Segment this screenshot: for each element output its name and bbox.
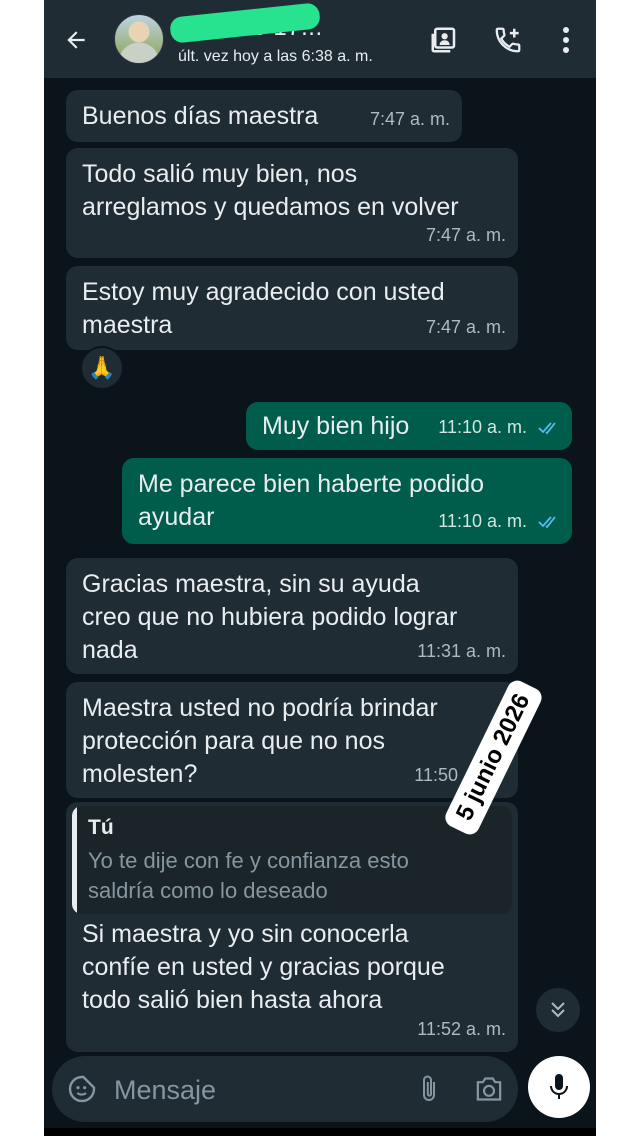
reaction-emoji[interactable]: 🙏: [80, 346, 124, 390]
message-text: Todo salió muy bien, nos arreglamos y qu…: [82, 160, 459, 221]
bottom-edge: [44, 1128, 596, 1136]
message-composer: [52, 1056, 518, 1122]
message-time: 7:47 a. m.: [425, 225, 506, 245]
message-time: 11:52 a. m.: [417, 1019, 506, 1039]
last-seen-status: últ. vez hoy a las 6:38 a. m.: [178, 48, 373, 65]
scroll-to-bottom-button[interactable]: [536, 988, 580, 1032]
message-time: 11:50: [414, 765, 458, 785]
chat-header: 96 1228 17... últ. vez hoy a las 6:38 a.…: [44, 0, 596, 78]
phone-plus-icon: [495, 27, 521, 53]
message-time: 11:31 a. m.: [417, 641, 506, 661]
attach-button[interactable]: [412, 1072, 446, 1106]
message-time: 7:47 a. m.: [425, 317, 506, 337]
phone-screen: 96 1228 17... últ. vez hoy a las 6:38 a.…: [44, 0, 596, 1136]
quote-text: Yo te dije con fe y confianza esto saldr…: [88, 848, 409, 903]
read-ticks-icon: [538, 516, 556, 529]
double-chevron-down-icon: [551, 1002, 565, 1018]
contact-card-icon: [431, 27, 456, 53]
add-call-button[interactable]: [488, 20, 528, 60]
microphone-icon: [550, 1074, 568, 1099]
quote-author: Tú: [88, 816, 114, 839]
message-bubble-incoming[interactable]: Estoy muy agradecido con usted maestra 7…: [66, 266, 518, 350]
back-button[interactable]: [58, 22, 94, 58]
kebab-menu-icon: [563, 27, 569, 53]
message-bubble-outgoing[interactable]: Muy bien hijo 11:10 a. m.: [246, 402, 572, 450]
message-time-wrap: 11:10 a. m.: [438, 411, 560, 444]
back-arrow-icon: [67, 31, 85, 49]
video-call-button[interactable]: [424, 20, 464, 60]
sticker-emoji-icon: [68, 1075, 96, 1103]
message-bubble-incoming[interactable]: Buenos días maestra 7:47 a. m.: [66, 90, 462, 142]
camera-icon: [476, 1077, 502, 1101]
message-time: 7:47 a. m.: [369, 109, 450, 129]
message-time: 11:10 a. m.: [438, 511, 527, 531]
message-bubble-outgoing[interactable]: Me parece bien haberte podido ayudar 11:…: [122, 458, 572, 544]
quote-accent-bar: [72, 806, 77, 914]
message-bubble-incoming[interactable]: Gracias maestra, sin su ayuda creo que n…: [66, 558, 518, 674]
more-options-button[interactable]: [546, 20, 586, 60]
message-input[interactable]: [114, 1070, 394, 1110]
avatar[interactable]: [114, 14, 164, 64]
message-bubble-incoming[interactable]: Todo salió muy bien, nos arreglamos y qu…: [66, 148, 518, 258]
message-time: 11:10 a. m.: [438, 417, 527, 437]
message-bubble-incoming[interactable]: Maestra usted no podría brindar protecci…: [66, 682, 518, 798]
message-text: Si maestra y yo sin conocerla confíe en …: [82, 920, 445, 1014]
emoji-button[interactable]: [66, 1073, 98, 1105]
voice-message-button[interactable]: [528, 1056, 590, 1118]
paperclip-icon: [423, 1075, 435, 1101]
camera-button[interactable]: [472, 1072, 506, 1106]
message-time-wrap: 11:10 a. m.: [438, 505, 560, 538]
message-list[interactable]: Buenos días maestra 7:47 a. m. Todo sali…: [44, 78, 596, 1052]
read-ticks-icon: [538, 422, 556, 435]
